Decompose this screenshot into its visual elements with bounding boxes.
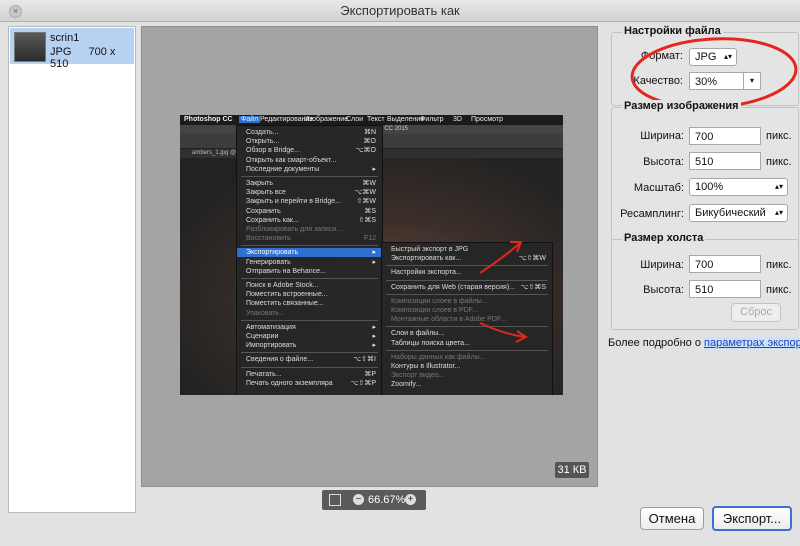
resample-value: Бикубический	[695, 207, 766, 219]
close-window-icon[interactable]: ×	[9, 5, 22, 18]
zoom-bar: − 66.67% +	[322, 490, 426, 510]
image-width-unit: пикс.	[766, 130, 792, 142]
zoom-in-icon[interactable]: +	[405, 494, 416, 505]
canvas-height-input[interactable]: 510	[689, 280, 761, 298]
file-settings-title: Настройки файла	[622, 25, 723, 37]
quality-label: Качество:	[633, 75, 683, 87]
asset-item[interactable]: scrin1 JPG 700 x 510	[10, 28, 134, 70]
quality-field[interactable]: 30% ▾	[689, 72, 761, 90]
format-label: Формат:	[640, 50, 683, 62]
zoom-out-icon[interactable]: −	[353, 494, 364, 505]
scale-select[interactable]: 100% ▴▾	[689, 178, 788, 196]
resample-label: Ресамплинг:	[620, 208, 684, 220]
image-height-unit: пикс.	[766, 156, 792, 168]
canvas-size-title: Размер холста	[622, 232, 706, 244]
asset-format: JPG	[50, 46, 72, 58]
scale-label: Масштаб:	[633, 182, 684, 194]
updown-arrows-icon: ▴▾	[774, 208, 783, 217]
preview-area[interactable]: Photoshop CC Файл Редактирование Изображени…	[141, 26, 598, 487]
cancel-button[interactable]: Отмена	[640, 507, 704, 530]
window-title: Экспортировать как	[340, 3, 460, 18]
image-width-label: Ширина:	[640, 130, 684, 142]
export-params-link[interactable]: параметрах экспорта.	[704, 337, 800, 349]
more-info-text: Более подробно о	[608, 337, 705, 349]
image-size-title: Размер изображения	[622, 100, 741, 112]
more-info: Более подробно о параметрах экспорта.	[608, 337, 800, 349]
annotation-arrows	[479, 241, 528, 343]
file-size-badge: 31 КB	[555, 462, 589, 478]
quality-dropdown-icon[interactable]: ▾	[743, 73, 760, 89]
preview-image: Photoshop CC Файл Редактирование Изображени…	[180, 115, 563, 395]
format-select[interactable]: JPG ▴▾	[689, 48, 737, 66]
asset-meta: JPG 700 x 510	[50, 46, 134, 70]
updown-arrows-icon: ▴▾	[774, 182, 783, 191]
updown-arrows-icon: ▴▾	[723, 52, 732, 61]
canvas-width-label: Ширина:	[640, 259, 684, 271]
file-settings-panel: Настройки файла	[611, 25, 799, 106]
image-height-input[interactable]: 510	[689, 152, 761, 170]
resample-select[interactable]: Бикубический ▴▾	[689, 204, 788, 222]
image-width-input[interactable]: 700	[689, 127, 761, 145]
reset-button[interactable]: Сброс	[731, 303, 781, 322]
fit-to-screen-icon[interactable]	[329, 494, 341, 506]
zoom-level: 66.67%	[368, 494, 406, 506]
scale-value: 100%	[695, 181, 724, 193]
canvas-height-unit: пикс.	[766, 284, 792, 296]
asset-name: scrin1	[50, 32, 80, 44]
canvas-height-label: Высота:	[643, 284, 684, 296]
asset-thumbnail	[14, 32, 46, 62]
format-value: JPG	[695, 51, 717, 63]
canvas-width-unit: пикс.	[766, 259, 792, 271]
title-bar: × Экспортировать как	[0, 0, 800, 22]
export-button[interactable]: Экспорт...	[712, 506, 792, 531]
image-height-label: Высота:	[643, 156, 684, 168]
canvas-width-input[interactable]: 700	[689, 255, 761, 273]
asset-list: scrin1 JPG 700 x 510	[8, 26, 136, 513]
quality-value: 30%	[695, 76, 718, 88]
dialog-content: scrin1 JPG 700 x 510 Photoshop CC Файл Ред…	[0, 22, 800, 546]
